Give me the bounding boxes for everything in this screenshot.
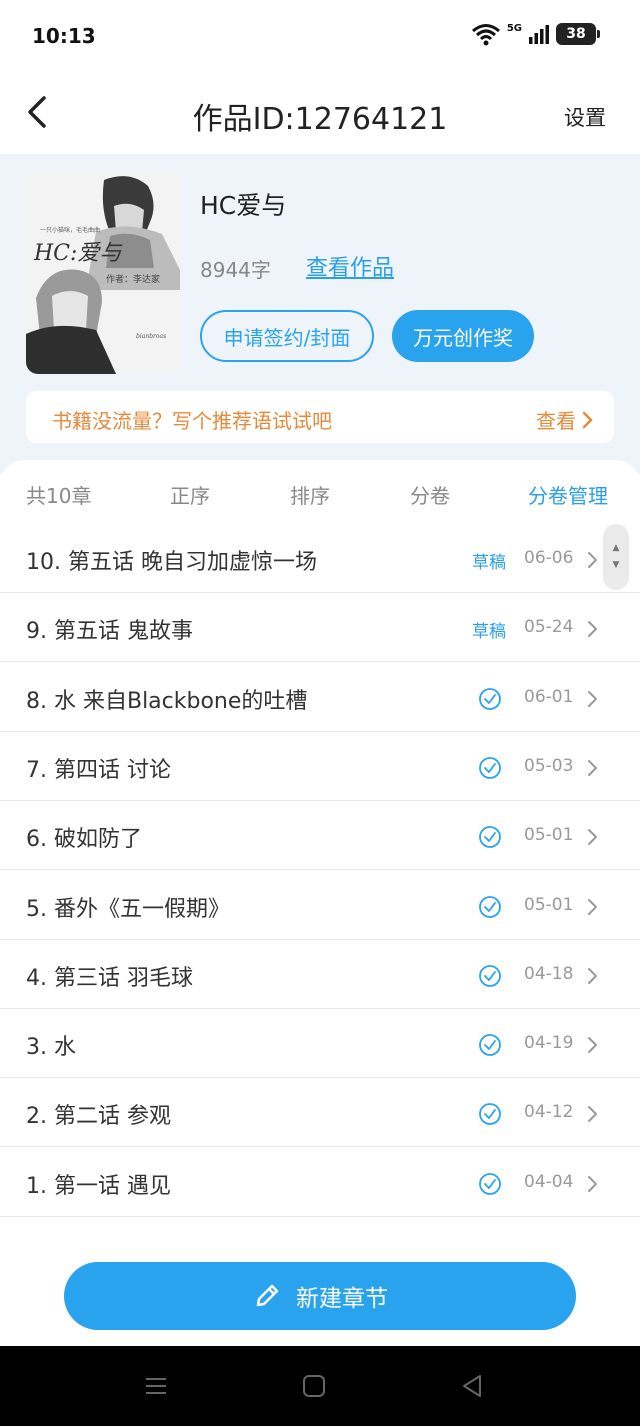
promo-banner[interactable]: 书籍没流量？写个推荐语试试吧 查看 bbox=[26, 391, 614, 443]
apply-sign-button[interactable]: 申请签约/封面 bbox=[200, 310, 374, 362]
volume-manage-button[interactable]: 分卷管理 bbox=[528, 480, 608, 509]
chapter-date: 05-01 bbox=[524, 894, 574, 915]
view-work-link[interactable]: 查看作品 bbox=[306, 250, 394, 282]
wifi-icon bbox=[471, 24, 500, 46]
status-icons: 5G 38 bbox=[471, 22, 600, 46]
home-icon[interactable] bbox=[300, 1372, 328, 1400]
chapter-row[interactable]: 9. 第五话 鬼故事 草稿 05-24 bbox=[0, 593, 640, 663]
chapter-row[interactable]: 2. 第二话 参观 04-12 bbox=[0, 1078, 640, 1148]
cover-title-text: HC:爱与 bbox=[33, 241, 123, 266]
network-label: 5G bbox=[506, 22, 522, 34]
word-count: 8944字 bbox=[200, 258, 271, 282]
promo-text: 书籍没流量？写个推荐语试试吧 bbox=[52, 409, 332, 433]
chapter-title: 1. 第一话 遇见 bbox=[26, 1173, 171, 1199]
check-circle-icon bbox=[479, 1172, 501, 1195]
scroll-handle[interactable]: ▲ ▼ bbox=[603, 524, 629, 590]
check-circle-icon bbox=[479, 1103, 501, 1126]
chapter-date: 04-12 bbox=[524, 1102, 574, 1123]
chapter-date: 05-01 bbox=[524, 825, 574, 846]
chapter-row[interactable]: 10. 第五话 晚自习加虚惊一场 草稿 06-06 bbox=[0, 524, 640, 593]
chapter-title: 3. 水 bbox=[26, 1035, 76, 1061]
nav-bar: 作品ID:12764121 设置 bbox=[0, 72, 640, 154]
chapter-list-panel: 共10章 正序 排序 分卷 分卷管理 10. 第五话 晚自习加虚惊一场 草稿 06-… bbox=[0, 460, 640, 1346]
signal-icon bbox=[529, 25, 549, 44]
chapter-date: 06-06 bbox=[524, 548, 574, 568]
chevron-right-icon bbox=[588, 898, 597, 915]
cover-credit-text: bianbroas bbox=[136, 333, 166, 340]
chapter-date: 05-24 bbox=[524, 617, 574, 638]
menu-icon[interactable] bbox=[142, 1372, 170, 1400]
battery-indicator: 38 bbox=[556, 23, 600, 45]
book-cover[interactable]: HC:爱与 作者：李达家 一只小猫咪，毛毛曲曲 bianbroas bbox=[26, 170, 180, 374]
pencil-icon bbox=[256, 1284, 279, 1307]
chapter-row[interactable]: 7. 第四话 讨论 05-03 bbox=[0, 732, 640, 801]
chapter-date: 04-18 bbox=[524, 963, 574, 984]
check-circle-icon bbox=[479, 964, 501, 987]
chevron-right-icon bbox=[588, 1175, 597, 1192]
check-circle-icon bbox=[479, 687, 501, 710]
book-title: HC爱与 bbox=[200, 191, 287, 220]
chapter-row[interactable]: 8. 水 来自Blackbone的吐槽 06-01 bbox=[0, 663, 640, 732]
cover-illustration: HC:爱与 作者：李达家 一只小猫咪，毛毛曲曲 bianbroas bbox=[26, 170, 180, 374]
chapter-count: 共10章 bbox=[26, 484, 92, 508]
status-bar: 10:13 5G 38 bbox=[0, 0, 640, 72]
draft-badge: 草稿 bbox=[472, 622, 506, 643]
back-triangle-icon[interactable] bbox=[458, 1372, 486, 1400]
promo-link-label: 查看 bbox=[536, 409, 576, 433]
chapter-title: 6. 破如防了 bbox=[26, 827, 142, 853]
chapter-date: 04-04 bbox=[524, 1171, 574, 1192]
chapter-title: 2. 第二话 参观 bbox=[26, 1104, 171, 1130]
status-time: 10:13 bbox=[32, 24, 96, 48]
chapter-date: 05-03 bbox=[524, 755, 574, 776]
chevron-right-icon bbox=[588, 690, 597, 707]
settings-button[interactable]: 设置 bbox=[564, 102, 606, 132]
check-circle-icon bbox=[479, 826, 501, 849]
chapter-title: 5. 番外《五一假期》 bbox=[26, 896, 230, 922]
chapter-date: 04-19 bbox=[524, 1033, 574, 1054]
book-header: HC:爱与 作者：李达家 一只小猫咪，毛毛曲曲 bianbroas HC爱与 8… bbox=[0, 154, 640, 474]
chapter-title: 4. 第三话 羽毛球 bbox=[26, 965, 193, 991]
new-chapter-label: 新建章节 bbox=[296, 1286, 388, 1312]
chevron-right-icon bbox=[588, 1037, 597, 1054]
order-filter[interactable]: 正序 bbox=[170, 480, 210, 509]
filter-row: 共10章 正序 排序 分卷 分卷管理 bbox=[0, 460, 640, 524]
draft-badge: 草稿 bbox=[472, 553, 506, 573]
chevron-right-icon bbox=[588, 759, 597, 776]
chapter-title: 7. 第四话 讨论 bbox=[26, 757, 171, 783]
chevron-right-icon bbox=[582, 411, 593, 428]
chevron-right-icon bbox=[588, 1106, 597, 1123]
chevron-right-icon bbox=[588, 621, 597, 638]
new-chapter-button[interactable]: 新建章节 bbox=[64, 1262, 576, 1330]
cover-note-text: 一只小猫咪，毛毛曲曲 bbox=[40, 226, 100, 234]
chapter-title: 8. 水 来自Blackbone的吐槽 bbox=[26, 688, 308, 714]
check-circle-icon bbox=[479, 895, 501, 918]
check-circle-icon bbox=[479, 756, 501, 779]
chapter-row[interactable]: 1. 第一话 遇见 04-04 bbox=[0, 1148, 640, 1217]
volume-filter[interactable]: 分卷 bbox=[410, 480, 450, 509]
page-title: 作品ID:12764121 bbox=[192, 102, 448, 137]
chapter-row[interactable]: 4. 第三话 羽毛球 04-18 bbox=[0, 940, 640, 1009]
chapter-row[interactable]: 6. 破如防了 05-01 bbox=[0, 801, 640, 871]
check-circle-icon bbox=[479, 1034, 501, 1056]
system-nav-bar bbox=[0, 1346, 640, 1426]
sort-filter[interactable]: 排序 bbox=[290, 480, 330, 509]
chevron-right-icon bbox=[588, 967, 597, 984]
chevron-right-icon bbox=[588, 552, 597, 568]
chapter-title: 9. 第五话 鬼故事 bbox=[26, 619, 193, 645]
scroll-up-icon: ▲ bbox=[612, 543, 620, 553]
award-button[interactable]: 万元创作奖 bbox=[392, 310, 534, 362]
chapter-title: 10. 第五话 晚自习加虚惊一场 bbox=[26, 550, 317, 575]
chevron-right-icon bbox=[588, 829, 597, 846]
chapter-row[interactable]: 3. 水 04-19 bbox=[0, 1009, 640, 1079]
chapter-row[interactable]: 5. 番外《五一假期》 05-01 bbox=[0, 871, 640, 940]
promo-view-link[interactable]: 查看 bbox=[536, 405, 594, 434]
chapter-date: 06-01 bbox=[524, 686, 574, 707]
scroll-down-icon: ▼ bbox=[612, 560, 620, 570]
cover-subtitle-text: 作者：李达家 bbox=[106, 273, 160, 285]
